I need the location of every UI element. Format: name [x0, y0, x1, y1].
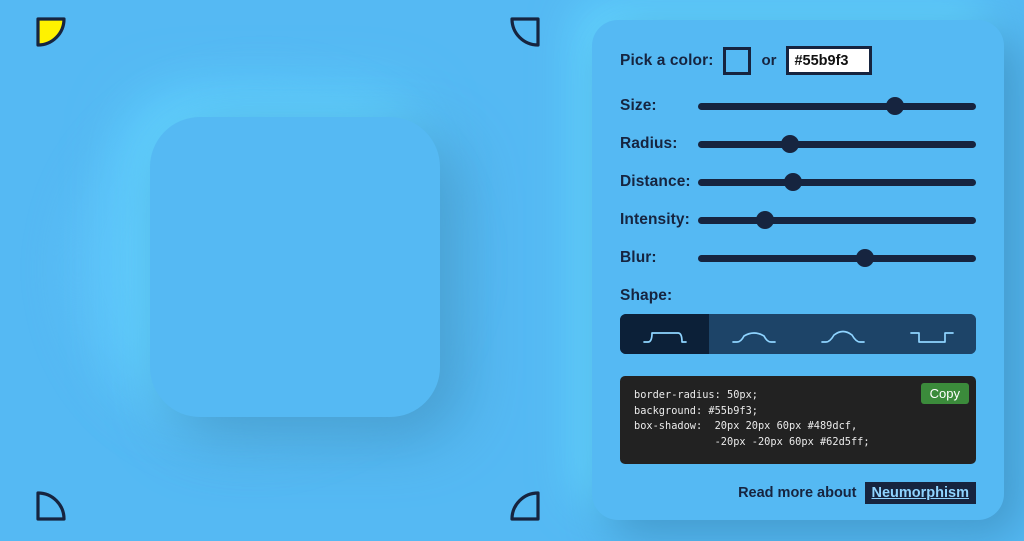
- slider-track-distance: [698, 178, 976, 186]
- slider-radius[interactable]: [698, 135, 976, 153]
- css-code-block: border-radius: 50px; background: #55b9f3…: [620, 376, 976, 464]
- slider-track-blur: [698, 254, 976, 262]
- or-label: or: [761, 52, 777, 69]
- color-swatch-button[interactable]: [723, 46, 752, 75]
- corner-ornament-top-right: [510, 17, 540, 47]
- profile-pressed-icon: [909, 332, 954, 343]
- shape-pressed-button[interactable]: [887, 314, 976, 354]
- slider-row-distance: Distance:: [620, 173, 976, 191]
- slider-thumb-blur[interactable]: [855, 249, 874, 267]
- slider-row-intensity: Intensity:: [620, 211, 976, 229]
- slider-label-radius: Radius:: [620, 135, 678, 152]
- footer-text: Read more about: [738, 485, 857, 501]
- shape-concave-button[interactable]: [709, 314, 798, 354]
- neumorphism-link[interactable]: Neumorphism: [864, 482, 976, 504]
- quarter-circle-shape: [36, 17, 66, 47]
- shape-label: Shape:: [620, 287, 673, 304]
- css-code-text: border-radius: 50px; background: #55b9f3…: [634, 389, 870, 448]
- pick-a-color-label: Pick a color:: [620, 51, 714, 69]
- corner-ornament-bottom-right: [510, 491, 540, 521]
- slider-label-blur: Blur:: [620, 249, 657, 266]
- slider-row-size: Size:: [620, 97, 976, 115]
- slider-label-size: Size:: [620, 97, 657, 114]
- shape-convex-button[interactable]: [798, 314, 887, 354]
- slider-track-radius: [698, 140, 976, 148]
- shape-selector: [620, 314, 976, 354]
- slider-thumb-intensity[interactable]: [755, 211, 774, 229]
- slider-track-size: [698, 102, 976, 110]
- shape-flat-button[interactable]: [620, 314, 709, 354]
- app-root: Pick a color: or Size: Radius: Distance: In…: [0, 0, 1024, 541]
- slider-row-radius: Radius:: [620, 135, 976, 153]
- profile-convex-icon: [820, 330, 865, 343]
- slider-group: Size: Radius: Distance: Intensity: Blur:: [620, 97, 976, 267]
- profile-flat-icon: [642, 332, 687, 343]
- slider-row-blur: Blur:: [620, 249, 976, 267]
- copy-button[interactable]: Copy: [920, 383, 969, 404]
- footer: Read more about Neumorphism: [620, 482, 976, 504]
- slider-thumb-distance[interactable]: [783, 173, 802, 191]
- slider-track-intensity: [698, 216, 976, 224]
- quarter-circle-shape: [510, 491, 540, 521]
- neumorphic-preview-box[interactable]: [150, 117, 440, 417]
- hex-color-input[interactable]: [786, 46, 873, 75]
- corner-ornament-bottom-left: [36, 491, 66, 521]
- slider-label-intensity: Intensity:: [620, 211, 690, 228]
- slider-intensity[interactable]: [698, 211, 976, 229]
- control-panel: Pick a color: or Size: Radius: Distance: In…: [592, 20, 1004, 520]
- profile-concave-icon: [731, 332, 776, 343]
- preview-stage: [0, 0, 580, 541]
- slider-blur[interactable]: [698, 249, 976, 267]
- slider-label-distance: Distance:: [620, 173, 691, 190]
- quarter-circle-shape: [36, 491, 66, 521]
- quarter-circle-shape: [510, 17, 540, 47]
- color-picker-row: Pick a color: or: [620, 46, 976, 75]
- corner-ornament-top-left: [36, 17, 66, 47]
- slider-distance[interactable]: [698, 173, 976, 191]
- slider-thumb-size[interactable]: [886, 97, 905, 115]
- slider-size[interactable]: [698, 97, 976, 115]
- slider-thumb-radius[interactable]: [780, 135, 799, 153]
